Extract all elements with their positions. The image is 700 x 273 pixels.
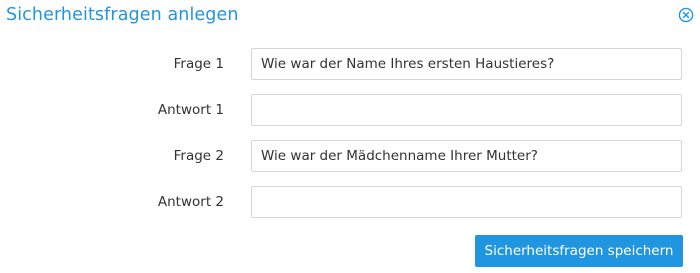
question-2-row: Frage 2 — [0, 140, 700, 172]
answer-1-label: Antwort 1 — [157, 102, 224, 118]
question-1-label: Frage 1 — [173, 56, 224, 72]
question-2-label: Frage 2 — [173, 148, 224, 164]
answer-2-row: Antwort 2 — [0, 186, 700, 218]
security-questions-dialog: Sicherheitsfragen anlegen Frage 1 Antwor… — [0, 0, 700, 273]
answer-2-label: Antwort 2 — [157, 194, 224, 210]
close-icon[interactable] — [678, 7, 694, 23]
answer-1-row: Antwort 1 — [0, 94, 700, 126]
dialog-title: Sicherheitsfragen anlegen — [6, 5, 239, 25]
save-security-questions-button[interactable]: Sicherheitsfragen speichern — [475, 235, 683, 267]
question-1-input[interactable] — [251, 48, 682, 80]
question-1-row: Frage 1 — [0, 48, 700, 80]
answer-2-input[interactable] — [251, 186, 682, 218]
answer-1-input[interactable] — [251, 94, 682, 126]
question-2-input[interactable] — [251, 140, 682, 172]
